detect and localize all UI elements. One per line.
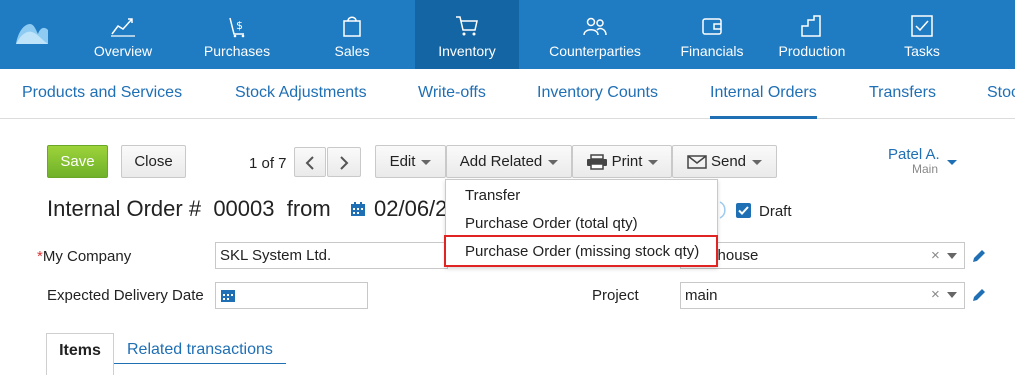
add-related-button[interactable]: Add Related — [446, 145, 572, 178]
subnav-internal-orders[interactable]: Internal Orders — [710, 84, 817, 119]
subnav-stock-overflow[interactable]: Stoc — [987, 84, 1015, 102]
user-role: Main — [912, 162, 939, 176]
sub-nav: Products and Services Stock Adjustments … — [0, 69, 1015, 119]
subnav-transfers[interactable]: Transfers — [869, 84, 936, 102]
nav-overview-label: Overview — [93, 43, 153, 59]
checkmark-icon — [738, 206, 749, 215]
user-name[interactable]: Patel A. — [888, 146, 940, 163]
edit-project-pencil-icon[interactable] — [971, 287, 987, 303]
prev-record-button[interactable] — [294, 147, 326, 177]
draft-checkbox[interactable] — [736, 203, 751, 218]
nav-tasks[interactable]: Tasks — [880, 0, 964, 69]
edit-warehouse-pencil-icon[interactable] — [971, 248, 987, 264]
nav-sales[interactable]: Sales — [305, 0, 399, 69]
subnav-write-offs[interactable]: Write-offs — [418, 84, 486, 102]
print-label: Print — [611, 153, 643, 170]
top-nav: Overview $ Purchases Sales Inventory Cou… — [0, 0, 1015, 69]
calendar-icon[interactable] — [220, 287, 236, 303]
delivery-date-input[interactable] — [215, 282, 368, 309]
doc-date[interactable]: 02/06/2 — [374, 196, 447, 222]
subnav-products-services[interactable]: Products and Services — [22, 84, 182, 102]
draft-label: Draft — [759, 203, 792, 220]
nav-production[interactable]: Production — [767, 0, 857, 69]
task-check-icon — [911, 15, 933, 37]
tab-related-transactions[interactable]: Related transactions — [127, 341, 273, 359]
next-record-button[interactable] — [327, 147, 361, 177]
highlight-box — [444, 235, 718, 267]
doc-number: 00003 — [213, 196, 275, 221]
caret-down-icon — [548, 159, 559, 165]
pager-text: 1 of 7 — [249, 155, 287, 172]
menu-item-po-total-qty[interactable]: Purchase Order (total qty) — [465, 215, 638, 232]
nav-counterparties-label: Counterparties — [549, 43, 641, 59]
subnav-inventory-counts[interactable]: Inventory Counts — [537, 84, 658, 102]
tab-items[interactable]: Items — [46, 333, 114, 375]
company-input[interactable]: SKL System Ltd. — [215, 242, 448, 269]
nav-financials-label: Financials — [680, 43, 744, 59]
caret-down-icon — [752, 159, 763, 165]
cart-icon — [456, 16, 478, 36]
project-label: Project — [592, 287, 639, 304]
chart-line-icon — [111, 18, 135, 37]
nav-purchases[interactable]: $ Purchases — [187, 0, 287, 69]
nav-tasks-label: Tasks — [904, 43, 940, 59]
project-dropdown-icon[interactable] — [947, 292, 957, 298]
tab-underline — [114, 363, 286, 364]
people-icon — [583, 17, 607, 36]
nav-counterparties[interactable]: Counterparties — [530, 0, 660, 69]
menu-item-transfer[interactable]: Transfer — [465, 187, 520, 204]
time-icon-partial — [719, 201, 726, 219]
save-button[interactable]: Save — [47, 145, 108, 178]
nav-overview[interactable]: Overview — [75, 0, 171, 69]
edit-label: Edit — [389, 153, 416, 170]
nav-production-label: Production — [778, 43, 846, 59]
user-menu-caret-icon[interactable] — [947, 160, 957, 165]
chevron-left-icon — [305, 156, 314, 170]
envelope-icon — [687, 155, 707, 169]
send-button[interactable]: Send — [672, 145, 777, 178]
doc-title-label: Internal Order # — [47, 196, 202, 221]
factory-icon — [801, 15, 821, 37]
clear-project-icon[interactable]: × — [931, 286, 940, 303]
purchase-bag-icon: $ — [229, 17, 245, 38]
caret-down-icon — [421, 159, 432, 165]
print-button[interactable]: Print — [572, 145, 672, 178]
app-logo-icon[interactable] — [14, 18, 50, 48]
chevron-right-icon — [340, 156, 349, 170]
shopping-bag-icon — [343, 16, 361, 37]
nav-sales-label: Sales — [334, 43, 370, 59]
company-label-text: My Company — [42, 248, 132, 265]
add-related-label: Add Related — [459, 153, 543, 170]
edit-button[interactable]: Edit — [375, 145, 446, 178]
nav-inventory-label: Inventory — [438, 43, 496, 59]
nav-financials[interactable]: Financials — [660, 0, 764, 69]
clear-warehouse-icon[interactable]: × — [931, 247, 940, 264]
company-label: *My Company — [37, 248, 131, 265]
subnav-stock-adjustments[interactable]: Stock Adjustments — [235, 84, 367, 102]
page-title: Internal Order # 00003 from — [47, 196, 331, 222]
nav-inventory[interactable]: Inventory — [415, 0, 519, 69]
send-label: Send — [710, 153, 747, 170]
svg-text:$: $ — [236, 19, 243, 32]
doc-from-label: from — [286, 196, 331, 221]
caret-down-icon — [648, 159, 659, 165]
project-value: main — [685, 287, 718, 304]
project-input[interactable]: main — [680, 282, 965, 309]
delivery-date-label: Expected Delivery Date — [47, 287, 204, 304]
close-button[interactable]: Close — [121, 145, 186, 178]
wallet-icon — [702, 18, 722, 35]
calendar-icon[interactable] — [350, 201, 366, 217]
nav-purchases-label: Purchases — [203, 43, 271, 59]
printer-icon — [586, 154, 607, 170]
warehouse-input[interactable]: warehouse — [680, 242, 965, 269]
warehouse-dropdown-icon[interactable] — [947, 253, 957, 259]
